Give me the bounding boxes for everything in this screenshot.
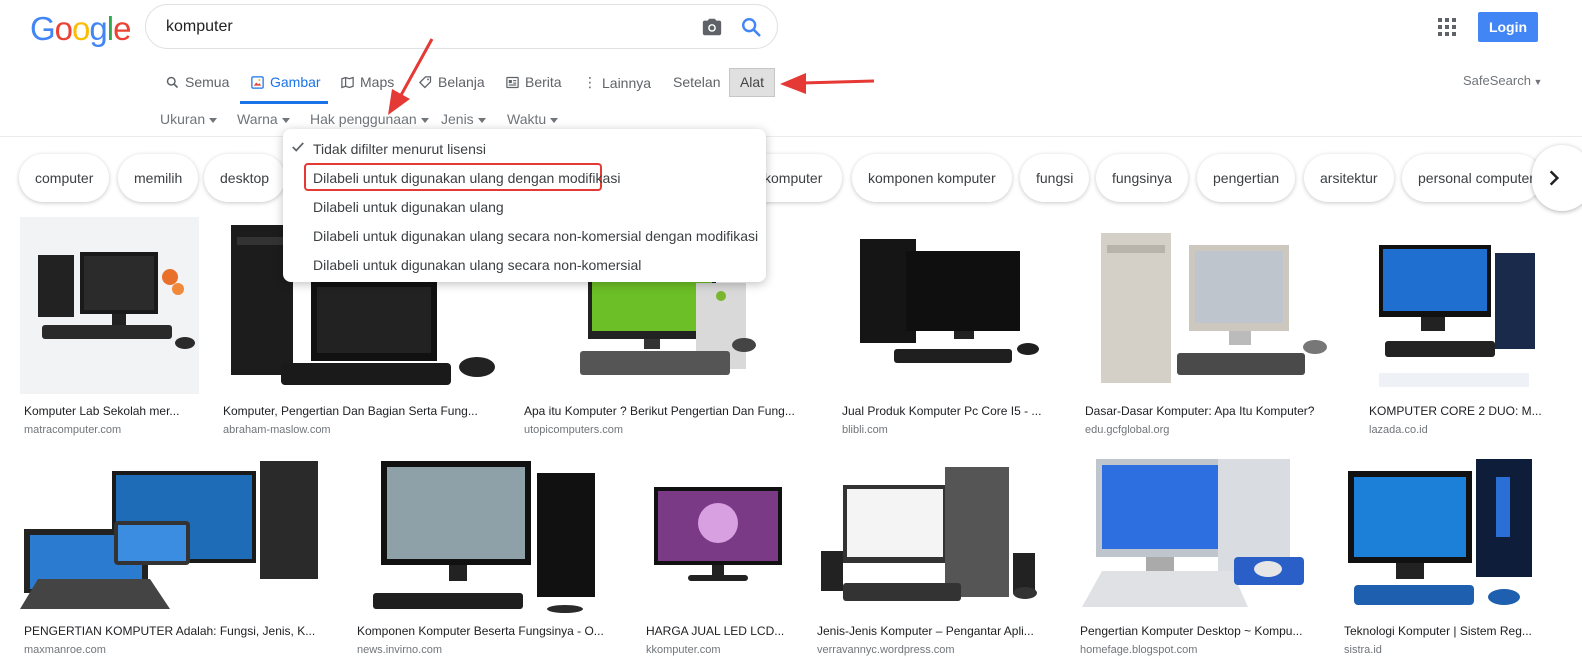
chip-related[interactable]: computer: [19, 154, 110, 202]
chip-related[interactable]: fungsi: [1020, 154, 1090, 202]
google-logo[interactable]: Google: [30, 10, 131, 48]
result-source: news.invirno.com: [357, 644, 442, 656]
result-thumbnail[interactable]: [1365, 217, 1550, 394]
tab-label: Belanja: [438, 74, 485, 90]
annotation-arrow-down: [388, 38, 434, 115]
chip-related[interactable]: komponen komputer: [852, 154, 1012, 202]
menu-item-reuse[interactable]: Dilabeli untuk digunakan ulang: [313, 199, 504, 215]
search-icon[interactable]: [740, 16, 762, 38]
result-thumbnail[interactable]: [1340, 457, 1550, 614]
chip-related[interactable]: memilih: [118, 154, 199, 202]
menu-item-noncommercial[interactable]: Dilabeli untuk digunakan ulang secara no…: [313, 257, 641, 273]
result-source: edu.gcfglobal.org: [1085, 424, 1170, 436]
header-divider: [0, 136, 1582, 137]
computer-image: [838, 217, 1061, 394]
chevron-down-icon: ▼: [1530, 77, 1543, 87]
chips-next-button[interactable]: [1532, 145, 1582, 211]
news-icon: [506, 76, 519, 88]
checkmark-icon: [292, 142, 304, 152]
image-icon: [251, 75, 264, 89]
computer-image: [1340, 457, 1550, 614]
result-source: verravannyc.wordpress.com: [817, 644, 955, 656]
result-thumbnail[interactable]: [1076, 457, 1320, 614]
search-box[interactable]: komputer: [145, 4, 778, 49]
monitor-image: [642, 457, 793, 614]
active-tab-indicator: [240, 101, 328, 104]
result-title[interactable]: KOMPUTER CORE 2 DUO: M...: [1369, 404, 1547, 418]
menu-item-unfiltered[interactable]: Tidak difilter menurut lisensi: [313, 141, 486, 157]
apps-grid-icon[interactable]: [1438, 18, 1456, 36]
computer-image: [1076, 457, 1320, 614]
computer-image: [20, 457, 333, 614]
settings-link[interactable]: Setelan: [673, 74, 720, 90]
chip-related[interactable]: pengertian: [1197, 154, 1296, 202]
result-source: maxmanroe.com: [24, 644, 106, 656]
computer-image: [353, 457, 623, 614]
safesearch-toggle[interactable]: SafeSearch ▼: [1463, 73, 1542, 88]
map-icon: [341, 76, 354, 88]
result-title[interactable]: Komputer Lab Sekolah mer...: [24, 404, 196, 418]
result-title[interactable]: Komputer, Pengertian Dan Bagian Serta Fu…: [223, 404, 498, 418]
computer-image: [1365, 217, 1550, 394]
result-source: homefage.blogspot.com: [1080, 644, 1198, 656]
tab-lainnya[interactable]: ⋮ Lainnya: [583, 74, 651, 91]
menu-item-reuse-modification[interactable]: Dilabeli untuk digunakan ulang dengan mo…: [313, 170, 620, 186]
tools-button[interactable]: Alat: [729, 68, 775, 97]
result-title[interactable]: PENGERTIAN KOMPUTER Adalah: Fungsi, Jeni…: [24, 624, 330, 638]
result-source: sistra.id: [1344, 644, 1382, 656]
filter-time[interactable]: Waktu: [507, 111, 558, 127]
tab-semua[interactable]: Semua: [165, 74, 229, 90]
tab-label: Lainnya: [602, 74, 652, 91]
menu-item-noncommercial-modification[interactable]: Dilabeli untuk digunakan ulang secara no…: [313, 228, 758, 244]
result-title[interactable]: Teknologi Komputer | Sistem Reg...: [1344, 624, 1547, 638]
tab-label: Semua: [185, 74, 230, 90]
search-icon: [166, 76, 179, 88]
result-thumbnail[interactable]: [813, 457, 1056, 614]
result-title[interactable]: HARGA JUAL LED LCD...: [646, 624, 790, 638]
chip-related[interactable]: desktop: [204, 154, 286, 202]
result-title[interactable]: Apa itu Komputer ? Berikut Pengertian Da…: [524, 404, 814, 418]
result-source: matracomputer.com: [24, 424, 122, 436]
result-title[interactable]: Komponen Komputer Beserta Fungsinya - O.…: [357, 624, 620, 638]
login-button[interactable]: Login: [1478, 12, 1538, 42]
annotation-arrow-left: [780, 73, 875, 94]
chip-related[interactable]: arsitektur: [1304, 154, 1394, 202]
chevron-right-icon: [1549, 170, 1560, 186]
usage-rights-menu: Tidak difilter menurut lisensi Dilabeli …: [283, 129, 766, 282]
filter-type[interactable]: Jenis: [441, 111, 486, 127]
result-thumbnail[interactable]: [353, 457, 623, 614]
tab-gambar[interactable]: Gambar: [250, 74, 321, 90]
result-title[interactable]: Jenis-Jenis Komputer – Pengantar Apli...: [817, 624, 1053, 638]
computer-image: [1081, 217, 1345, 394]
result-thumbnail[interactable]: [20, 457, 333, 614]
chip-related[interactable]: fungsinya: [1096, 154, 1188, 202]
result-title[interactable]: Jual Produk Komputer Pc Core I5 - ...: [842, 404, 1058, 418]
result-source: lazada.co.id: [1369, 424, 1428, 436]
result-source: kkomputer.com: [646, 644, 721, 656]
camera-icon[interactable]: [701, 16, 723, 38]
chip-related[interactable]: personal computer: [1402, 154, 1542, 202]
filter-color[interactable]: Warna: [237, 111, 290, 127]
computer-image: [813, 457, 1056, 614]
filter-size[interactable]: Ukuran: [160, 111, 217, 127]
tab-berita[interactable]: Berita: [505, 74, 562, 90]
result-title[interactable]: Dasar-Dasar Komputer: Apa Itu Komputer?: [1085, 404, 1342, 418]
result-source: abraham-maslow.com: [223, 424, 331, 436]
search-input[interactable]: komputer: [166, 18, 233, 36]
result-thumbnail[interactable]: [642, 457, 793, 614]
result-thumbnail[interactable]: [838, 217, 1061, 394]
more-icon: ⋮: [583, 74, 597, 90]
result-title[interactable]: Pengertian Komputer Desktop ~ Kompu...: [1080, 624, 1317, 638]
computer-image: [20, 217, 199, 394]
result-thumbnail[interactable]: [20, 217, 199, 394]
result-source: blibli.com: [842, 424, 888, 436]
tab-label: Berita: [525, 74, 562, 90]
tab-label: Gambar: [270, 74, 321, 90]
result-thumbnail[interactable]: [1081, 217, 1345, 394]
result-source: utopicomputers.com: [524, 424, 624, 436]
